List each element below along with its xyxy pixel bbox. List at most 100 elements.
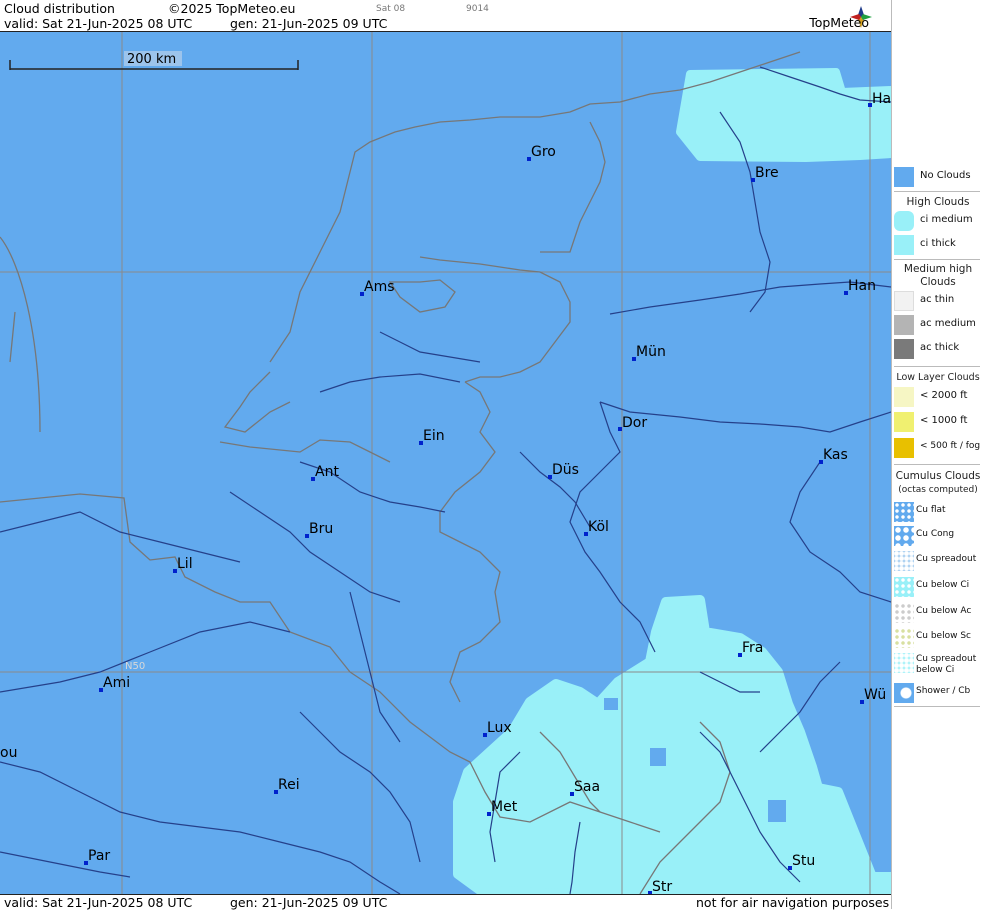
cu-below-ci-swatch [894,577,914,597]
city-ant[interactable]: Ant [311,464,339,481]
city-wu[interactable]: Wü [860,687,886,704]
svg-text:Ami: Ami [103,675,130,691]
cu-cong-swatch [894,526,914,546]
svg-text:Wü: Wü [864,687,886,703]
scale-bar: 200 km [9,51,299,70]
city-ams[interactable]: Ams [360,279,395,296]
svg-text:Bru: Bru [309,521,333,537]
copyright-text: ©2025 TopMeteo.eu [168,1,296,16]
shower-swatch [894,683,914,703]
city-rei[interactable]: Rei [274,777,300,794]
city-mun[interactable]: Mün [632,344,666,361]
cu-spread-below-ci-swatch [894,653,914,673]
city-dus[interactable]: Düs [548,462,579,479]
latitude-label: N50 [125,661,145,672]
footer-notice: not for air navigation purposes [696,895,890,910]
city-han[interactable]: Han [844,278,876,295]
svg-text:Lux: Lux [487,720,512,736]
legend-ac-medium: ac medium [892,314,983,336]
svg-text:Saa: Saa [574,779,600,795]
svg-text:Ha: Ha [872,91,891,107]
legend-cu-below-sc: Cu below Sc [892,627,983,649]
city-lux[interactable]: Lux [483,720,512,737]
footer-valid-time: valid: Sat 21-Jun-2025 08 UTC [4,895,193,910]
topmeteo-logo: TopMeteo [809,15,869,30]
generated-time: gen: 21-Jun-2025 09 UTC [230,16,388,31]
legend-cu-below-ci: Cu below Ci [892,576,983,598]
legend-ci-medium: ci medium [892,210,983,232]
city-gro[interactable]: Gro [527,144,556,161]
svg-text:ou: ou [0,745,17,761]
cu-flat-swatch [894,502,914,522]
svg-text:Lil: Lil [177,556,193,572]
code-label: 9014 [466,4,489,14]
legend-cu-spreadout: Cu spreadout [892,550,983,572]
svg-text:Kas: Kas [823,447,848,463]
svg-text:Met: Met [491,799,518,815]
footer-generated-time: gen: 21-Jun-2025 09 UTC [230,895,388,910]
legend-low-500: < 500 ft / fog [892,437,983,459]
svg-text:Bre: Bre [755,165,779,181]
svg-text:Ams: Ams [364,279,395,295]
city-ami[interactable]: Ami [99,675,130,692]
legend-medium-high-heading: Medium high Clouds [903,263,973,288]
cirrus-region-northeast [676,68,891,162]
legend-cu-cong: Cu Cong [892,525,983,547]
legend-ci-thick: ci thick [892,234,983,256]
svg-text:Mün: Mün [636,344,666,360]
sat-label: Sat 08 [376,4,406,14]
city-str[interactable]: Str [648,879,672,894]
legend-cumulus-heading: Cumulus Clouds (octas computed) [895,470,981,495]
city-stu[interactable]: Stu [788,853,815,870]
city-dor[interactable]: Dor [618,415,647,431]
no-clouds-swatch [894,167,914,187]
legend-ac-thin: ac thin [892,290,983,312]
city-kol[interactable]: Köl [584,519,609,536]
svg-text:Stu: Stu [792,853,815,869]
ac-medium-swatch [894,315,914,335]
svg-text:Dor: Dor [622,415,647,431]
svg-text:Rei: Rei [278,777,300,793]
legend-low-2000: < 2000 ft [892,386,983,408]
ci-thick-swatch [894,235,914,255]
city-par[interactable]: Par [84,848,110,865]
cloud-map[interactable]: 200 km N50 Ha Gro Bre Ams Han Mün Dor Ei… [0,32,891,894]
city-fra[interactable]: Fra [738,640,763,657]
low-1000-swatch [894,412,914,432]
product-title: Cloud distribution [4,1,115,16]
legend-shower: Shower / Cb [892,682,983,704]
legend-panel: No Clouds High Clouds ci medium ci thick… [891,0,983,909]
city-bru[interactable]: Bru [305,521,333,538]
svg-text:Ein: Ein [423,428,445,444]
city-kas[interactable]: Kas [819,447,848,464]
ac-thin-swatch [894,291,914,311]
low-2000-swatch [894,387,914,407]
ci-medium-swatch [894,211,914,231]
legend-cu-spread-below-ci: Cu spreadout below Ci [892,652,983,678]
low-500-swatch [894,438,914,458]
legend-low-1000: < 1000 ft [892,411,983,433]
legend-low-layer-heading: Low Layer Clouds [896,372,980,383]
svg-text:Han: Han [848,278,876,294]
city-met[interactable]: Met [487,799,518,816]
cu-below-sc-swatch [894,628,914,648]
svg-text:Gro: Gro [531,144,556,160]
city-ha[interactable]: Ha [868,91,891,107]
city-saa[interactable]: Saa [570,779,600,796]
legend-high-clouds-heading: High Clouds [906,196,970,208]
svg-text:Ant: Ant [315,464,339,480]
svg-text:Fra: Fra [742,640,763,656]
legend-cu-below-ac: Cu below Ac [892,602,983,624]
cu-below-ac-swatch [894,603,914,623]
scale-label: 200 km [127,52,176,67]
city-bre[interactable]: Bre [751,165,779,182]
city-ou[interactable]: ou [0,745,17,761]
svg-text:Par: Par [88,848,110,864]
valid-time: valid: Sat 21-Jun-2025 08 UTC [4,16,193,31]
svg-text:Düs: Düs [552,462,579,478]
cirrus-region-south [453,595,891,894]
legend-ac-thick: ac thick [892,338,983,360]
city-ein[interactable]: Ein [419,428,445,445]
footer-bar: valid: Sat 21-Jun-2025 08 UTC gen: 21-Ju… [0,894,891,910]
map-canvas: 200 km N50 Ha Gro Bre Ams Han Mün Dor Ei… [0,32,891,894]
